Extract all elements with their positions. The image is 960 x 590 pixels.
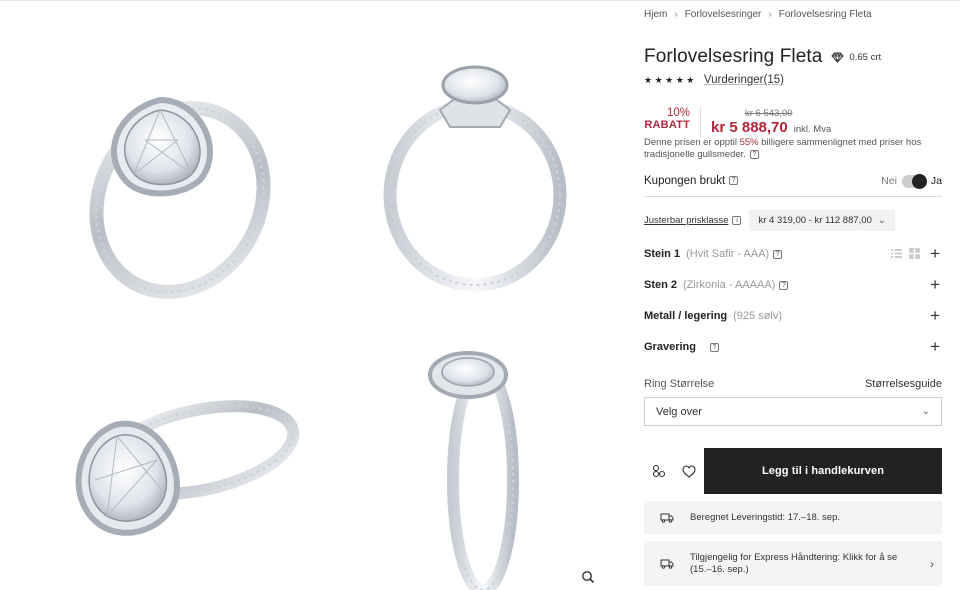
- current-price: kr 5 888,70: [711, 119, 788, 136]
- compare-button[interactable]: [644, 448, 674, 494]
- coupon-toggle[interactable]: [901, 173, 927, 189]
- ring-angled-illustration: [89, 96, 271, 299]
- add-to-cart-button[interactable]: Legg til i handlekurven: [704, 448, 942, 494]
- wishlist-button[interactable]: [674, 448, 704, 494]
- chevron-right-icon: ›: [930, 556, 934, 571]
- action-row: Legg til i handlekurven: [644, 448, 942, 494]
- product-image-angled[interactable]: [30, 40, 300, 310]
- prices: kr 6 543,00 kr 5 888,70 inkl. Mva: [711, 107, 831, 137]
- coupon-label: Kupongen brukt?: [644, 175, 739, 187]
- carat-info: 0.65 crt: [831, 52, 881, 63]
- price-comparison-note: Denne prisen er opptil 55% billigere sam…: [644, 137, 942, 161]
- current-price-row: kr 5 888,70 inkl. Mva: [711, 119, 832, 137]
- ring-size-placeholder: Velg over: [656, 405, 702, 418]
- zoom-icon[interactable]: [581, 570, 595, 584]
- coupon-row: Kupongen brukt? Nei Ja: [644, 166, 942, 197]
- option-name: Metall / legering: [644, 310, 728, 322]
- product-image-perspective[interactable]: [35, 330, 305, 590]
- discount-percent: 10%: [666, 107, 690, 119]
- option-engraving[interactable]: Gravering ? +: [644, 337, 942, 357]
- price-range-value: kr 4 319,00 - kr 112 887,00: [758, 215, 872, 226]
- carat-value: 0.65 crt: [849, 51, 882, 63]
- option-metal[interactable]: Metall / legering (925 sølv) +: [644, 306, 942, 326]
- product-gallery: [0, 0, 615, 590]
- help-icon[interactable]: ?: [709, 342, 719, 352]
- vat-label: inkl. Mva: [793, 124, 832, 135]
- coupon-label-text: Kupongen brukt: [644, 175, 726, 187]
- help-icon[interactable]: ?: [749, 149, 759, 159]
- rating-row: ★★★★★ Vurderinger(15): [644, 74, 784, 86]
- option-stone-1[interactable]: Stein 1 (Hvit Safir - AAA) ? +: [644, 244, 942, 264]
- chevron-down-icon: ⌄: [921, 406, 930, 417]
- option-name: Stein 1: [644, 248, 681, 260]
- breadcrumb-category[interactable]: Forlovelsesringer: [685, 9, 762, 20]
- star-rating-icon: ★★★★★: [644, 74, 697, 85]
- chevron-down-icon: ⌄: [877, 215, 886, 226]
- breadcrumb-separator-icon: ›: [674, 9, 678, 20]
- express-handling-text: Tilgjengelig for Express Håndtering: Kli…: [690, 551, 898, 575]
- title-row: Forlovelsesring Fleta 0.65 crt: [644, 46, 881, 68]
- express-truck-icon: [644, 558, 690, 569]
- note-text: Denne prisen er opptil: [644, 137, 740, 148]
- toggle-off-label: Nei: [881, 175, 897, 187]
- breadcrumb-current: Forlovelsesring Fleta: [778, 9, 872, 20]
- discount-badge: 10% RABATT: [644, 107, 690, 137]
- info-icon[interactable]: i: [732, 216, 742, 225]
- note-percent: 55%: [739, 137, 759, 148]
- ring-size-label: Ring Størrelse: [644, 378, 715, 390]
- coupon-toggle-group: Nei Ja: [881, 173, 942, 189]
- reviews-link[interactable]: Vurderinger(15): [704, 74, 784, 86]
- ring-side-illustration: [428, 351, 519, 590]
- heart-icon: [682, 464, 696, 478]
- option-name: Gravering: [644, 341, 696, 353]
- breadcrumb-home[interactable]: Hjem: [644, 9, 667, 20]
- adjustable-price-link[interactable]: Justerbar prisklasse: [644, 215, 728, 226]
- product-image-side[interactable]: [355, 330, 625, 590]
- ring-size-row: Ring Størrelse Størrelsesguide: [644, 378, 942, 390]
- toggle-on-label: Ja: [930, 175, 942, 187]
- toggle-knob: [911, 173, 927, 189]
- expand-plus-icon[interactable]: +: [930, 245, 940, 263]
- option-value: (Zirkonia - AAAAA): [683, 279, 776, 291]
- help-icon[interactable]: ?: [779, 280, 789, 290]
- breadcrumb: Hjem › Forlovelsesringer › Forlovelsesri…: [644, 9, 872, 20]
- price-divider: [700, 107, 701, 137]
- product-title: Forlovelsesring Fleta: [644, 46, 823, 67]
- delivery-estimate-text: Beregnet Leveringstid: 17.–18. sep.: [690, 511, 840, 523]
- option-name: Sten 2: [644, 279, 678, 291]
- compare-icon: [652, 464, 666, 478]
- diamond-icon: [831, 51, 845, 63]
- product-details-panel: Hjem › Forlovelsesringer › Forlovelsesri…: [644, 0, 942, 590]
- expand-plus-icon[interactable]: +: [930, 307, 940, 325]
- ring-size-select[interactable]: Velg over ⌄: [644, 397, 942, 426]
- express-handling-row[interactable]: Tilgjengelig for Express Håndtering: Kli…: [644, 541, 942, 586]
- help-icon[interactable]: ?: [773, 249, 783, 259]
- list-view-icon[interactable]: [891, 248, 902, 259]
- ring-front-illustration: [383, 65, 567, 292]
- delivery-estimate: Beregnet Leveringstid: 17.–18. sep.: [644, 501, 942, 534]
- expand-plus-icon[interactable]: +: [930, 338, 940, 356]
- option-value: (925 sølv): [733, 310, 783, 322]
- option-value: (Hvit Safir - AAA): [686, 248, 770, 260]
- breadcrumb-separator-icon: ›: [768, 9, 772, 20]
- adjustable-price-row: Justerbar prisklasse i kr 4 319,00 - kr …: [644, 210, 895, 231]
- discount-label: RABATT: [644, 119, 690, 131]
- help-icon[interactable]: ?: [729, 176, 739, 186]
- product-image-front[interactable]: [340, 45, 610, 315]
- grid-view-icon[interactable]: [909, 248, 920, 259]
- option-stone-2[interactable]: Sten 2 (Zirkonia - AAAAA) ? +: [644, 275, 942, 295]
- view-toggle: [884, 248, 920, 259]
- size-guide-link[interactable]: Størrelsesguide: [865, 378, 942, 390]
- expand-plus-icon[interactable]: +: [930, 276, 940, 294]
- truck-icon: [644, 512, 690, 523]
- price-block: 10% RABATT kr 6 543,00 kr 5 888,70 inkl.…: [644, 107, 831, 137]
- ring-perspective-illustration: [75, 400, 300, 536]
- price-range-dropdown[interactable]: kr 4 319,00 - kr 112 887,00 ⌄: [749, 210, 895, 231]
